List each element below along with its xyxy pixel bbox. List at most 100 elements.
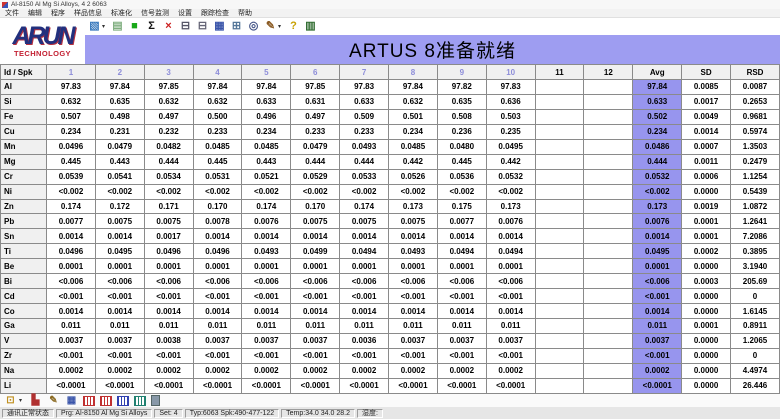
value-cell: 97.83	[486, 80, 535, 95]
menu-item[interactable]: 信号监测	[141, 8, 169, 18]
value-cell: 0.172	[95, 199, 144, 214]
run-column-header[interactable]: 12	[584, 65, 633, 80]
value-cell	[535, 348, 584, 363]
rsd-cell: 1.0872	[731, 199, 780, 214]
print-preview-icon[interactable]: ⊟	[196, 20, 209, 33]
results-table-body: Al97.8397.8497.8597.8497.8497.8597.8397.…	[1, 80, 780, 394]
rsd-cell: 0.8911	[731, 319, 780, 334]
element-label: Mn	[1, 139, 47, 154]
dropdown-arrow-icon[interactable]: ▾	[278, 23, 283, 30]
start-measure-icon[interactable]: ■	[128, 20, 141, 33]
value-cell: 0.0495	[486, 139, 535, 154]
recall-results-icon[interactable]: ⊡	[4, 394, 17, 407]
value-cell: 0.0529	[291, 169, 340, 184]
save-icon[interactable]: ▦	[213, 20, 226, 33]
value-cell: <0.002	[291, 184, 340, 199]
rsd-cell: 0.9681	[731, 109, 780, 124]
avg-cell: 0.0532	[633, 169, 682, 184]
value-cell: 0.0014	[242, 229, 291, 244]
rsd-cell: 7.2086	[731, 229, 780, 244]
instrument-icon[interactable]	[151, 395, 160, 406]
value-cell: <0.001	[242, 289, 291, 304]
value-cell: 0.0076	[242, 214, 291, 229]
run-column-header[interactable]: 7	[340, 65, 389, 80]
menu-item[interactable]: 设置	[178, 8, 192, 18]
value-cell: 0.0480	[437, 139, 486, 154]
avg-cell: 0.011	[633, 319, 682, 334]
value-cell: 0.0014	[95, 229, 144, 244]
value-cell: <0.0001	[242, 378, 291, 393]
value-cell: 97.84	[242, 80, 291, 95]
value-cell: 0.0076	[486, 214, 535, 229]
arun-logo-text: ARUN	[12, 24, 72, 49]
dropdown-arrow-icon[interactable]: ▾	[102, 23, 107, 30]
value-cell	[584, 154, 633, 169]
avg-cell: <0.001	[633, 348, 682, 363]
rsd-cell: 0.2479	[731, 154, 780, 169]
log-icon[interactable]: ▥	[304, 20, 317, 33]
run-column-header[interactable]: 8	[389, 65, 438, 80]
print-icon[interactable]: ⊟	[179, 20, 192, 33]
value-cell: 0.633	[340, 94, 389, 109]
clipboard-icon[interactable]: ▤	[111, 20, 124, 33]
run-column-header[interactable]: 10	[486, 65, 535, 80]
spectrum-red-2-icon[interactable]	[100, 396, 112, 406]
help-icon[interactable]: ?	[287, 20, 300, 33]
run-column-header[interactable]: 3	[144, 65, 193, 80]
run-column-header[interactable]: 1	[47, 65, 96, 80]
rsd-cell: 0	[731, 289, 780, 304]
value-cell	[535, 109, 584, 124]
element-label: Sn	[1, 229, 47, 244]
new-analysis-icon[interactable]: ▧	[88, 20, 101, 33]
delete-icon[interactable]: ×	[162, 20, 175, 33]
save-results-icon[interactable]: ▦	[65, 394, 78, 407]
search-icon[interactable]: ◎	[247, 20, 260, 33]
sd-cell: 0.0014	[682, 124, 731, 139]
menu-item[interactable]: 程序	[51, 8, 65, 18]
run-column-header[interactable]: 2	[95, 65, 144, 80]
menu-item[interactable]: 标准化	[111, 8, 132, 18]
spectrum-blue-icon[interactable]	[117, 396, 129, 406]
table-row: Cr0.05390.05410.05340.05310.05210.05290.…	[1, 169, 780, 184]
avg-cell: 0.0002	[633, 363, 682, 378]
dropdown-arrow-icon[interactable]: ▾	[19, 397, 24, 404]
value-cell: 0.0001	[389, 259, 438, 274]
value-cell: 0.0037	[437, 333, 486, 348]
run-column-header[interactable]: 11	[535, 65, 584, 80]
run-column-header[interactable]: 9	[437, 65, 486, 80]
menu-item[interactable]: 跟踪检查	[201, 8, 229, 18]
run-column-header[interactable]: 4	[193, 65, 242, 80]
menu-item[interactable]: 编辑	[28, 8, 42, 18]
analyze-chart-icon[interactable]: ▙	[29, 394, 42, 407]
element-label: Be	[1, 259, 47, 274]
value-cell: <0.002	[193, 184, 242, 199]
menu-item[interactable]: 文件	[5, 8, 19, 18]
value-cell: 0.0077	[47, 214, 96, 229]
value-cell: <0.001	[144, 348, 193, 363]
run-column-header[interactable]: 5	[242, 65, 291, 80]
menu-item[interactable]: 样品信息	[74, 8, 102, 18]
value-cell: <0.001	[340, 348, 389, 363]
signal-levels-icon[interactable]	[134, 396, 146, 406]
value-cell	[584, 124, 633, 139]
export-icon[interactable]: ⊞	[230, 20, 243, 33]
average-sigma-icon[interactable]: Σ	[145, 20, 158, 33]
value-cell: 0.635	[437, 94, 486, 109]
status-segment: Set: 4	[154, 409, 182, 418]
value-cell: 0.0496	[47, 139, 96, 154]
value-cell: 0.635	[95, 94, 144, 109]
value-cell: 0.0075	[340, 214, 389, 229]
element-label: Cu	[1, 124, 47, 139]
table-row: Si0.6320.6350.6320.6320.6330.6310.6330.6…	[1, 94, 780, 109]
value-cell: 0.0037	[291, 333, 340, 348]
spectrum-red-1-icon[interactable]	[83, 396, 95, 406]
run-column-header[interactable]: 6	[291, 65, 340, 80]
menu-item[interactable]: 帮助	[238, 8, 252, 18]
edit-icon[interactable]: ✎	[47, 394, 60, 407]
value-cell: <0.006	[437, 274, 486, 289]
value-cell: <0.001	[389, 289, 438, 304]
value-cell: 0.0014	[389, 304, 438, 319]
calibration-icon[interactable]: ✎	[264, 20, 277, 33]
sd-cell: 0.0049	[682, 109, 731, 124]
value-cell	[584, 274, 633, 289]
